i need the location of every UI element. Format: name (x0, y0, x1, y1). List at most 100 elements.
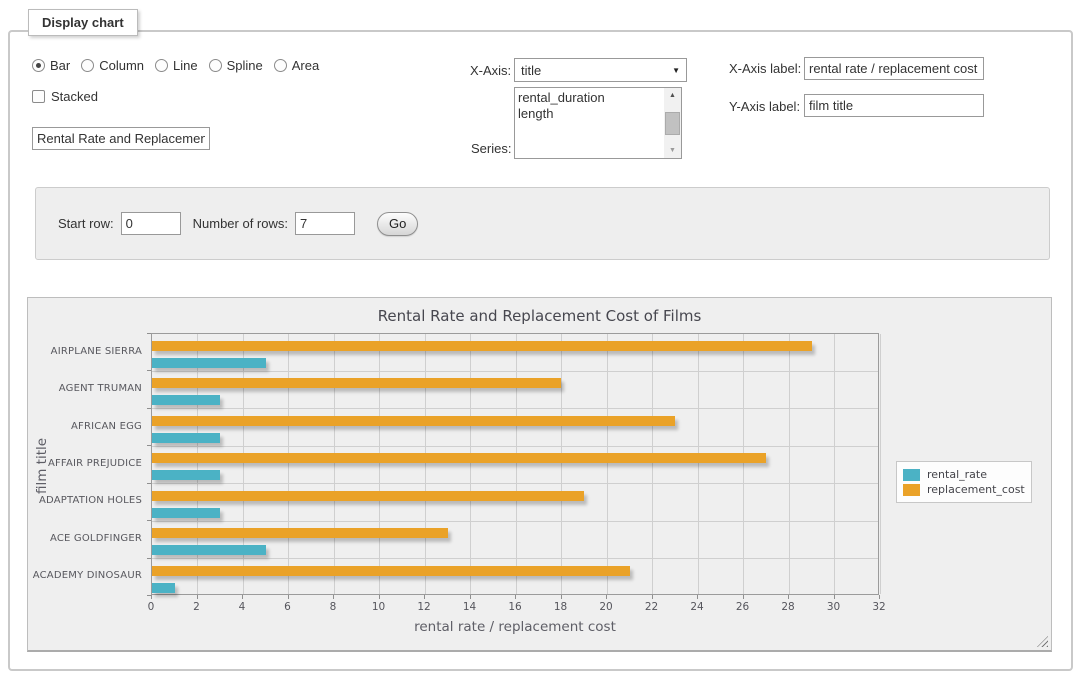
chart-type-option-column[interactable]: Column (81, 58, 144, 73)
scrollbar-thumb[interactable] (665, 112, 680, 135)
go-button[interactable]: Go (377, 212, 418, 236)
chart-grid (151, 333, 879, 595)
series-option-rental_duration[interactable]: rental_duration (515, 90, 664, 106)
radio-icon[interactable] (209, 59, 222, 72)
scroll-up-icon[interactable]: ▲ (664, 88, 681, 103)
x-tick-label: 30 (821, 601, 847, 613)
x-axis-label-input[interactable] (804, 57, 984, 80)
category-label: AIRPLANE SIERRA (28, 346, 142, 357)
y-tick-mark (147, 445, 151, 446)
x-tick-mark (788, 595, 789, 599)
stacked-checkbox[interactable] (32, 90, 45, 103)
start-row-input[interactable] (121, 212, 181, 235)
category-label: AFRICAN EGG (28, 421, 142, 432)
x-tick-mark (151, 595, 152, 599)
chart-legend: rental_ratereplacement_cost (896, 461, 1032, 503)
legend-swatch (903, 469, 920, 481)
chart-x-axis-title: rental rate / replacement cost (151, 619, 879, 635)
scroll-down-icon[interactable]: ▼ (664, 143, 681, 158)
y-axis-label-input[interactable] (804, 94, 984, 117)
chart-container: Rental Rate and Replacement Cost of Film… (27, 297, 1052, 652)
gridline-h (152, 521, 878, 522)
x-tick-mark (424, 595, 425, 599)
page: { "panel": { "legend": "Display chart" }… (0, 0, 1081, 681)
x-tick-label: 28 (775, 601, 801, 613)
series-select-label: Series: (471, 141, 511, 156)
x-tick-label: 6 (275, 601, 301, 613)
category-label: AFFAIR PREJUDICE (28, 458, 142, 469)
radio-icon[interactable] (274, 59, 287, 72)
fieldset-legend: Display chart (28, 9, 138, 36)
gridline-h (152, 408, 878, 409)
chart-title-input[interactable] (32, 127, 210, 150)
x-tick-label: 20 (593, 601, 619, 613)
x-tick-label: 18 (548, 601, 574, 613)
series-options: rental_durationrental_ratelengthreplacem… (515, 88, 664, 158)
x-tick-mark (197, 595, 198, 599)
chart-type-option-line[interactable]: Line (155, 58, 198, 73)
num-rows-input[interactable] (295, 212, 355, 235)
y-tick-mark (147, 595, 151, 596)
x-axis-select-label: X-Axis: (470, 63, 511, 78)
gridline-v (379, 334, 380, 594)
x-tick-mark (561, 595, 562, 599)
y-tick-mark (147, 483, 151, 484)
series-multiselect[interactable]: rental_durationrental_ratelengthreplacem… (514, 87, 682, 159)
x-tick-mark (470, 595, 471, 599)
bar-replacement_cost-academy-dinosaur (152, 566, 630, 576)
scrollbar-track[interactable] (664, 103, 681, 143)
legend-item-rental_rate: rental_rate (903, 468, 1025, 481)
stacked-checkbox-row[interactable]: Stacked (32, 89, 98, 104)
bar-rental_rate-airplane-sierra (152, 358, 266, 368)
chart-type-option-area[interactable]: Area (274, 58, 319, 73)
bar-rental_rate-ace-goldfinger (152, 545, 266, 555)
bar-replacement_cost-african-egg (152, 416, 675, 426)
series-scrollbar[interactable]: ▲ ▼ (664, 88, 681, 158)
resize-handle-icon[interactable] (1037, 636, 1048, 647)
gridline-v (425, 334, 426, 594)
bar-rental_rate-academy-dinosaur (152, 583, 175, 593)
gridline-h (152, 558, 878, 559)
display-chart-fieldset: Display chart BarColumnLineSplineArea St… (8, 30, 1073, 671)
bar-replacement_cost-ace-goldfinger (152, 528, 448, 538)
bar-rental_rate-adaptation-holes (152, 508, 220, 518)
x-tick-mark (515, 595, 516, 599)
gridline-v (834, 334, 835, 594)
bar-rental_rate-affair-prejudice (152, 470, 220, 480)
x-tick-label: 26 (730, 601, 756, 613)
category-label: ACE GOLDFINGER (28, 533, 142, 544)
x-tick-label: 14 (457, 601, 483, 613)
chart-type-option-bar[interactable]: Bar (32, 58, 70, 73)
gridline-h (152, 371, 878, 372)
gridline-v (698, 334, 699, 594)
x-tick-mark (288, 595, 289, 599)
category-label: ADAPTATION HOLES (28, 495, 142, 506)
y-axis-label-label: Y-Axis label: (729, 99, 800, 114)
gridline-h (152, 446, 878, 447)
series-option-length[interactable]: length (515, 106, 664, 122)
gridline-v (516, 334, 517, 594)
x-tick-mark (606, 595, 607, 599)
radio-icon[interactable] (155, 59, 168, 72)
gridline-v (561, 334, 562, 594)
radio-icon[interactable] (32, 59, 45, 72)
x-axis-label-label: X-Axis label: (729, 61, 801, 76)
gridline-h (152, 483, 878, 484)
bar-replacement_cost-affair-prejudice (152, 453, 766, 463)
x-tick-label: 0 (138, 601, 164, 613)
legend-swatch (903, 484, 920, 496)
gridline-v (334, 334, 335, 594)
x-tick-mark (879, 595, 880, 599)
chart-type-option-spline[interactable]: Spline (209, 58, 263, 73)
radio-label: Area (292, 58, 319, 73)
y-tick-mark (147, 370, 151, 371)
num-rows-label: Number of rows: (193, 216, 288, 231)
x-axis-select[interactable]: title ▼ (514, 58, 687, 82)
bar-replacement_cost-adaptation-holes (152, 491, 584, 501)
gridline-v (652, 334, 653, 594)
category-label: AGENT TRUMAN (28, 383, 142, 394)
x-tick-mark (242, 595, 243, 599)
radio-icon[interactable] (81, 59, 94, 72)
gridline-v (288, 334, 289, 594)
gridline-v (470, 334, 471, 594)
